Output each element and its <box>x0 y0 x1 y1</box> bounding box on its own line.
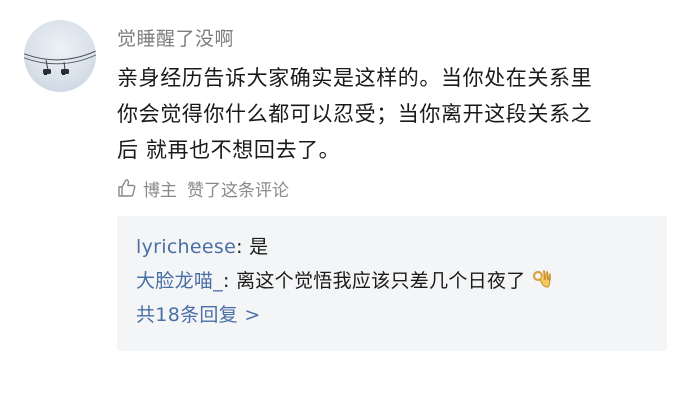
comment-text: 亲身经历告诉大家确实是这样的。当你处在关系里 你会觉得你什么都可以忍受；当你离开… <box>117 60 677 168</box>
comment-line: 你会觉得你什么都可以忍受；当你离开这段关系之 <box>117 102 593 126</box>
reply-text: 是 <box>249 236 269 258</box>
reply-item[interactable]: lyricheese: 是 <box>136 230 667 264</box>
comment-line: 亲身经历告诉大家确实是这样的。当你处在关系里 <box>117 66 593 90</box>
reply-separator: : <box>236 236 250 258</box>
reply-item[interactable]: 大脸龙喵_: 离这个觉悟我应该只差几个日夜了 <box>136 264 667 298</box>
author-like-row: 博主 赞了这条评论 <box>117 176 289 201</box>
author-tag: 博主 <box>143 180 177 201</box>
comment-username[interactable]: 觉睡醒了没啊 <box>117 24 234 51</box>
thumbs-up-icon <box>118 179 136 197</box>
reply-text: 离这个觉悟我应该只差几个日夜了 <box>236 270 526 292</box>
replies-panel: lyricheese: 是 大脸龙喵_: 离这个觉悟我应该只差几个日夜了 共18… <box>117 216 667 351</box>
reply-username[interactable]: lyricheese <box>136 236 236 258</box>
view-all-replies-link[interactable]: 共18条回复 > <box>136 298 667 332</box>
avatar-image <box>24 50 96 75</box>
avatar[interactable] <box>24 20 96 92</box>
ok-hand-emoji-icon <box>532 270 551 288</box>
reply-separator: : <box>223 270 237 292</box>
comment-line: 后 就再也不想回去了。 <box>117 138 341 162</box>
reply-username[interactable]: 大脸龙喵_ <box>136 270 223 292</box>
liked-text: 赞了这条评论 <box>187 180 289 201</box>
